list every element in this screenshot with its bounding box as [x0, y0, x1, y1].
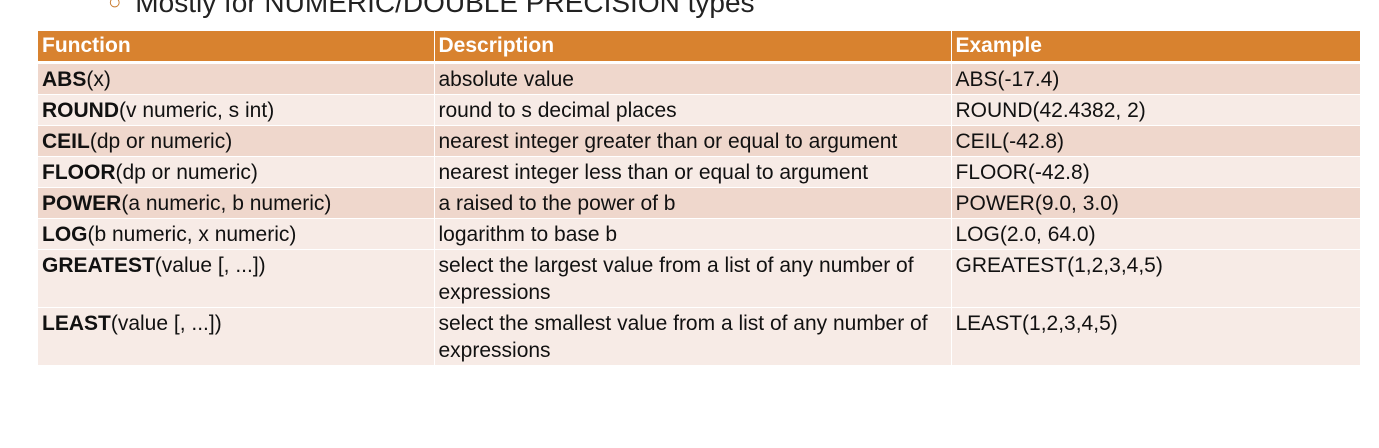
function-name: LOG: [42, 223, 88, 246]
function-cell: ABS(x): [38, 62, 435, 95]
function-cell: LEAST(value [, ...]): [38, 307, 435, 366]
function-name: CEIL: [42, 130, 90, 153]
header-example: Example: [951, 31, 1360, 64]
function-cell: FLOOR(dp or numeric): [38, 156, 435, 188]
function-name: POWER: [42, 192, 122, 215]
table-row: CEIL(dp or numeric) nearest integer grea…: [38, 125, 1360, 157]
header-function: Function: [38, 31, 435, 64]
function-name: ABS: [42, 68, 87, 91]
slide: ○ Mostly for NUMERIC/DOUBLE PRECISION typ…: [0, 0, 1379, 448]
header-description: Description: [434, 31, 952, 64]
example-cell: ABS(-17.4): [951, 62, 1360, 95]
description-cell: absolute value: [434, 62, 952, 95]
function-args: (dp or numeric): [115, 161, 258, 184]
function-args: (value [, ...]): [110, 312, 222, 335]
function-args: (dp or numeric): [89, 130, 233, 153]
function-cell: POWER(a numeric, b numeric): [38, 187, 435, 219]
function-name: GREATEST: [42, 254, 155, 277]
description-cell: nearest integer less than or equal to ar…: [434, 156, 952, 188]
description-cell: a raised to the power of b: [434, 187, 952, 219]
description-cell: select the largest value from a list of …: [434, 249, 952, 308]
table-header-row: Function Description Example: [38, 31, 1360, 64]
description-cell: logarithm to base b: [434, 218, 952, 250]
function-args: (b numeric, x numeric): [87, 223, 297, 246]
table-row: GREATEST(value [, ...]) select the large…: [38, 249, 1360, 308]
example-cell: FLOOR(-42.8): [951, 156, 1360, 188]
description-cell: nearest integer greater than or equal to…: [434, 125, 952, 157]
function-args: (x): [86, 68, 111, 91]
functions-table: Function Description Example ABS(x) abso…: [38, 31, 1360, 366]
function-cell: LOG(b numeric, x numeric): [38, 218, 435, 250]
bullet-text: Mostly for NUMERIC/DOUBLE PRECISION type…: [135, 0, 755, 18]
bullet-circle-icon: ○: [108, 0, 122, 14]
example-cell: GREATEST(1,2,3,4,5): [951, 249, 1360, 308]
function-name: ROUND: [42, 99, 119, 122]
example-cell: LOG(2.0, 64.0): [951, 218, 1360, 250]
function-args: (v numeric, s int): [119, 99, 275, 122]
table-row: ABS(x) absolute value ABS(-17.4): [38, 62, 1360, 95]
function-cell: GREATEST(value [, ...]): [38, 249, 435, 308]
table-row: FLOOR(dp or numeric) nearest integer les…: [38, 156, 1360, 188]
function-name: FLOOR: [42, 161, 116, 184]
function-args: (value [, ...]): [154, 254, 266, 277]
table-row: LEAST(value [, ...]) select the smallest…: [38, 307, 1360, 366]
example-cell: CEIL(-42.8): [951, 125, 1360, 157]
example-cell: POWER(9.0, 3.0): [951, 187, 1360, 219]
function-args: (a numeric, b numeric): [121, 192, 332, 215]
table-row: ROUND(v numeric, s int) round to s decim…: [38, 94, 1360, 126]
table-row: POWER(a numeric, b numeric) a raised to …: [38, 187, 1360, 219]
example-cell: LEAST(1,2,3,4,5): [951, 307, 1360, 366]
description-cell: select the smallest value from a list of…: [434, 307, 952, 366]
bullet-line: ○ Mostly for NUMERIC/DOUBLE PRECISION typ…: [108, 0, 755, 27]
function-cell: ROUND(v numeric, s int): [38, 94, 435, 126]
function-cell: CEIL(dp or numeric): [38, 125, 435, 157]
function-name: LEAST: [42, 312, 111, 335]
table-row: LOG(b numeric, x numeric) logarithm to b…: [38, 218, 1360, 250]
example-cell: ROUND(42.4382, 2): [951, 94, 1360, 126]
description-cell: round to s decimal places: [434, 94, 952, 126]
